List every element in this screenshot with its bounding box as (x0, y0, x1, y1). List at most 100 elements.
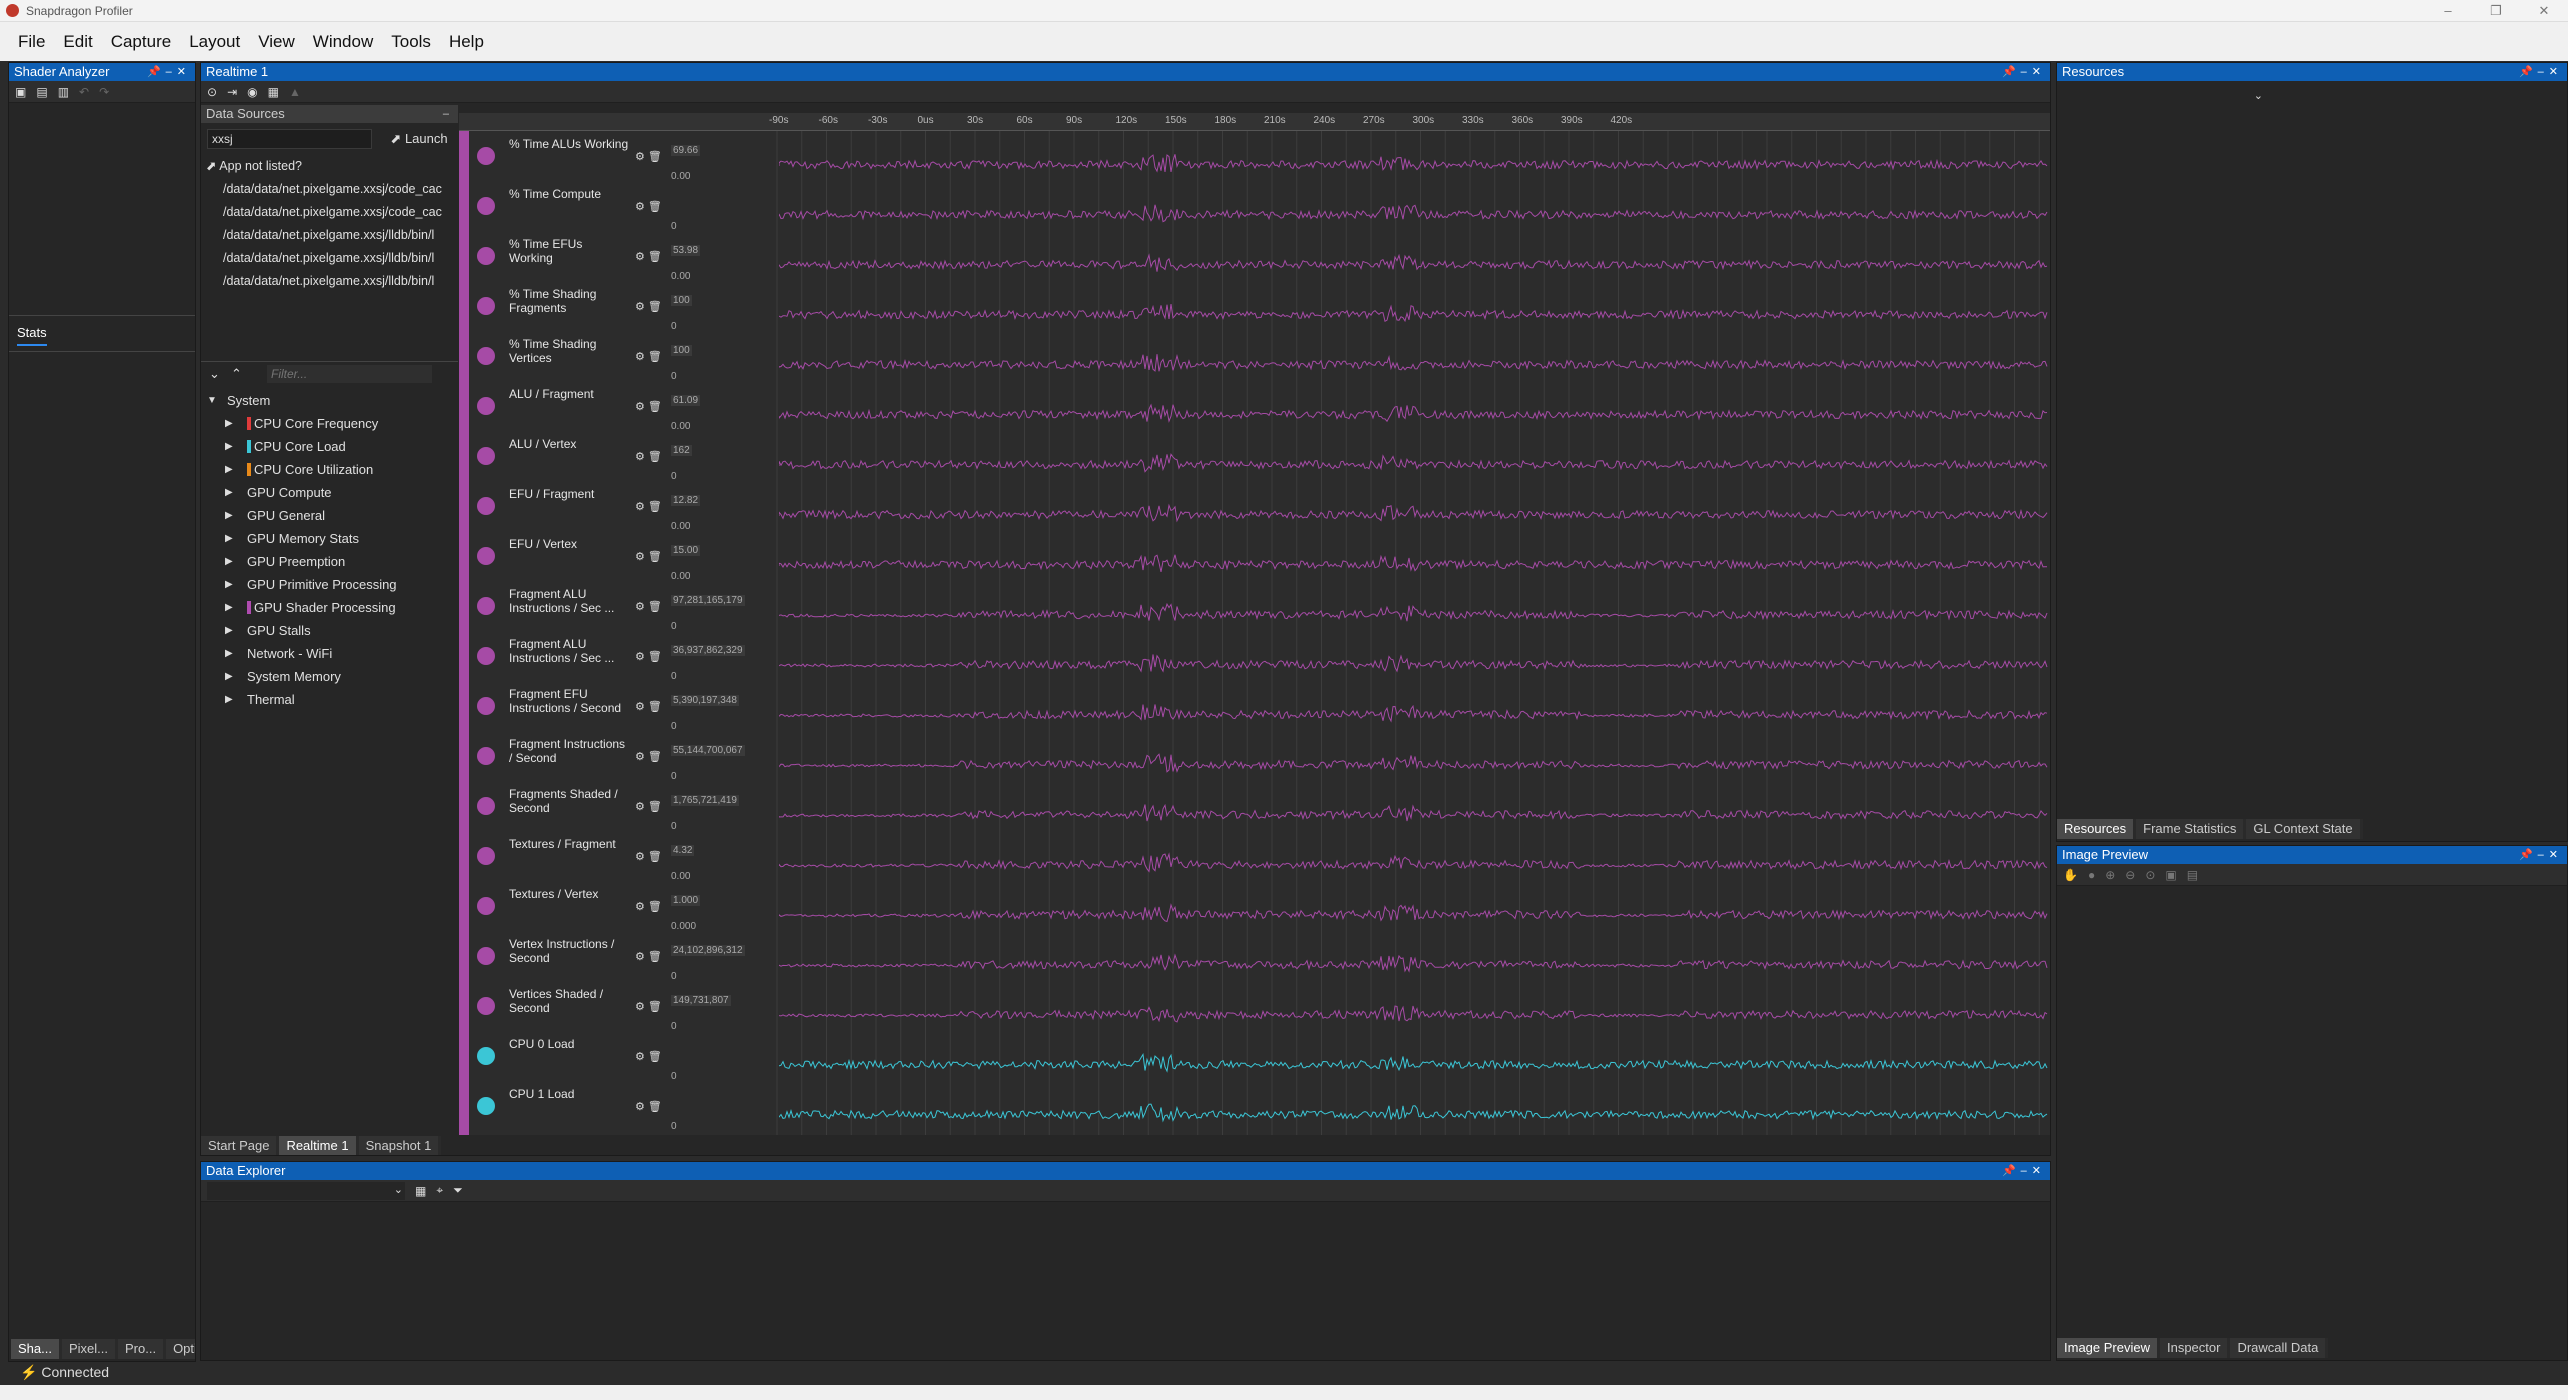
color-picker-icon[interactable]: ● (2088, 868, 2095, 882)
tab-start-page[interactable]: Start Page (201, 1136, 277, 1155)
collapsed-arrow-icon[interactable]: ▶ (225, 596, 233, 619)
metric-track[interactable]: % Time ALUs Working ⚙ 🗑 69.66 0.00 (459, 131, 2049, 182)
metric-track[interactable]: ALU / Fragment ⚙ 🗑 61.09 0.00 (459, 381, 2049, 432)
track-settings-delete-icon[interactable]: ⚙ 🗑 (635, 550, 662, 563)
collapsed-arrow-icon[interactable]: ▶ (225, 665, 233, 688)
expand-all-icon[interactable]: ⌃ (231, 366, 242, 382)
tree-node-metric[interactable]: ▶ GPU Shader Processing (201, 596, 458, 619)
metric-track[interactable]: Fragment Instructions / Second ⚙ 🗑 55,144,… (459, 731, 2049, 782)
menu-edit[interactable]: Edit (55, 32, 100, 52)
collapse-all-icon[interactable]: ⌄ (209, 366, 220, 382)
tree-node-metric[interactable]: ▶ Thermal (201, 688, 458, 711)
track-color-dot[interactable] (477, 347, 495, 365)
metric-track[interactable]: Textures / Fragment ⚙ 🗑 4.32 0.00 (459, 831, 2049, 882)
track-color-dot[interactable] (477, 647, 495, 665)
alert-icon[interactable]: ▲ (289, 85, 301, 99)
track-settings-delete-icon[interactable]: ⚙ 🗑 (635, 600, 662, 613)
track-color-dot[interactable] (477, 147, 495, 165)
save-image-icon[interactable]: ▤ (2187, 868, 2198, 882)
zoom-in-icon[interactable]: ⊕ (2105, 868, 2115, 882)
tree-node-metric[interactable]: ▶ GPU Compute (201, 481, 458, 504)
track-color-dot[interactable] (477, 747, 495, 765)
process-item[interactable]: /data/data/net.pixelgame.xxsj/lldb/bin/l (201, 270, 458, 293)
metric-track[interactable]: ALU / Vertex ⚙ 🗑 162 0 (459, 431, 2049, 482)
track-settings-delete-icon[interactable]: ⚙ 🗑 (635, 1050, 662, 1063)
track-settings-delete-icon[interactable]: ⚙ 🗑 (635, 150, 662, 163)
process-item[interactable]: /data/data/net.pixelgame.xxsj/lldb/bin/l (201, 224, 458, 247)
track-settings-delete-icon[interactable]: ⚙ 🗑 (635, 500, 662, 513)
annotate-icon[interactable]: ◉ (247, 85, 257, 99)
panel-controls[interactable]: 📌–✕ (147, 63, 191, 81)
metric-track[interactable]: % Time Compute ⚙ 🗑 0 (459, 181, 2049, 232)
tab-options[interactable]: Opti... (166, 1339, 195, 1359)
tab-gl-context-state[interactable]: GL Context State (2246, 819, 2360, 839)
process-search-input[interactable] (208, 130, 371, 148)
menu-help[interactable]: Help (441, 32, 492, 52)
menu-file[interactable]: File (10, 32, 53, 52)
metric-track[interactable]: Fragment ALU Instructions / Sec ... ⚙ 🗑 36… (459, 631, 2049, 682)
launch-button[interactable]: ⬈ Launch (386, 129, 452, 149)
track-color-dot[interactable] (477, 897, 495, 915)
metrics-filter-input[interactable] (267, 365, 432, 383)
track-settings-delete-icon[interactable]: ⚙ 🗑 (635, 750, 662, 763)
jump-to-end-icon[interactable]: ⇥ (227, 85, 237, 99)
collapsed-arrow-icon[interactable]: ▶ (225, 619, 233, 642)
track-color-dot[interactable] (477, 797, 495, 815)
tab-inspector[interactable]: Inspector (2159, 1338, 2228, 1358)
undo-icon[interactable]: ↶ (79, 85, 89, 99)
collapsed-arrow-icon[interactable]: ▶ (225, 412, 233, 435)
tree-node-metric[interactable]: ▶ System Memory (201, 665, 458, 688)
track-settings-delete-icon[interactable]: ⚙ 🗑 (635, 400, 662, 413)
panel-controls[interactable]: 📌–✕ (2002, 1162, 2046, 1180)
track-settings-delete-icon[interactable]: ⚙ 🗑 (635, 1100, 662, 1113)
zoom-fit-icon[interactable]: ⊙ (2145, 868, 2155, 882)
metric-track[interactable]: Fragment EFU Instructions / Second ⚙ 🗑 5,3… (459, 681, 2049, 732)
redo-icon[interactable]: ↷ (99, 85, 109, 99)
process-item[interactable]: /data/data/net.pixelgame.xxsj/lldb/bin/l (201, 247, 458, 270)
metric-track[interactable]: % Time Shading Fragments ⚙ 🗑 100 0 (459, 281, 2049, 332)
metric-track[interactable]: Textures / Vertex ⚙ 🗑 1.000 0.000 (459, 881, 2049, 932)
save-icon[interactable]: ▤ (36, 85, 47, 99)
filter-icon[interactable]: ⏷ (453, 1183, 463, 1198)
restore-button[interactable]: ❐ (2472, 0, 2520, 22)
tree-node-metric[interactable]: ▶ CPU Core Load (201, 435, 458, 458)
track-settings-delete-icon[interactable]: ⚙ 🗑 (635, 1000, 662, 1013)
track-color-dot[interactable] (477, 197, 495, 215)
metric-track[interactable]: Vertex Instructions / Second ⚙ 🗑 24,102,89… (459, 931, 2049, 982)
track-settings-delete-icon[interactable]: ⚙ 🗑 (635, 300, 662, 313)
metric-track[interactable]: % Time EFUs Working ⚙ 🗑 53.98 0.00 (459, 231, 2049, 282)
menu-view[interactable]: View (250, 32, 303, 52)
tree-node-metric[interactable]: ▶ CPU Core Frequency (201, 412, 458, 435)
tab-realtime[interactable]: Realtime 1 (279, 1136, 356, 1155)
track-color-dot[interactable] (477, 597, 495, 615)
track-color-dot[interactable] (477, 297, 495, 315)
track-color-dot[interactable] (477, 247, 495, 265)
tab-frame-statistics[interactable]: Frame Statistics (2136, 819, 2244, 839)
track-color-dot[interactable] (477, 447, 495, 465)
panel-controls[interactable]: 📌–✕ (2519, 63, 2563, 81)
pan-icon[interactable]: ✋ (2063, 868, 2078, 882)
collapsed-arrow-icon[interactable]: ▶ (225, 688, 233, 711)
tab-snapshot[interactable]: Snapshot 1 (358, 1136, 439, 1155)
stats-tab[interactable]: Stats (17, 325, 47, 346)
menu-capture[interactable]: Capture (103, 32, 179, 52)
tab-resources[interactable]: Resources (2057, 819, 2134, 839)
track-color-dot[interactable] (477, 847, 495, 865)
collapsed-arrow-icon[interactable]: ▶ (225, 642, 233, 665)
panel-controls[interactable]: 📌–✕ (2519, 846, 2563, 864)
metric-track[interactable]: EFU / Fragment ⚙ 🗑 12.82 0.00 (459, 481, 2049, 532)
panel-controls[interactable]: 📌–✕ (2002, 63, 2046, 81)
tree-node-metric[interactable]: ▶ GPU Memory Stats (201, 527, 458, 550)
export-icon[interactable]: ▦ (268, 85, 279, 99)
track-color-dot[interactable] (477, 697, 495, 715)
track-settings-delete-icon[interactable]: ⚙ 🗑 (635, 350, 662, 363)
tab-drawcall-data[interactable]: Drawcall Data (2230, 1338, 2326, 1358)
close-button[interactable]: ✕ (2520, 0, 2568, 22)
process-item[interactable]: /data/data/net.pixelgame.xxsj/code_cac (201, 178, 458, 201)
dataset-select[interactable]: ⌄ (207, 1181, 405, 1200)
track-settings-delete-icon[interactable]: ⚙ 🗑 (635, 450, 662, 463)
menu-window[interactable]: Window (305, 32, 381, 52)
open-icon[interactable]: ▣ (15, 85, 26, 99)
track-color-dot[interactable] (477, 497, 495, 515)
export-icon[interactable]: ▦ (415, 1184, 426, 1198)
